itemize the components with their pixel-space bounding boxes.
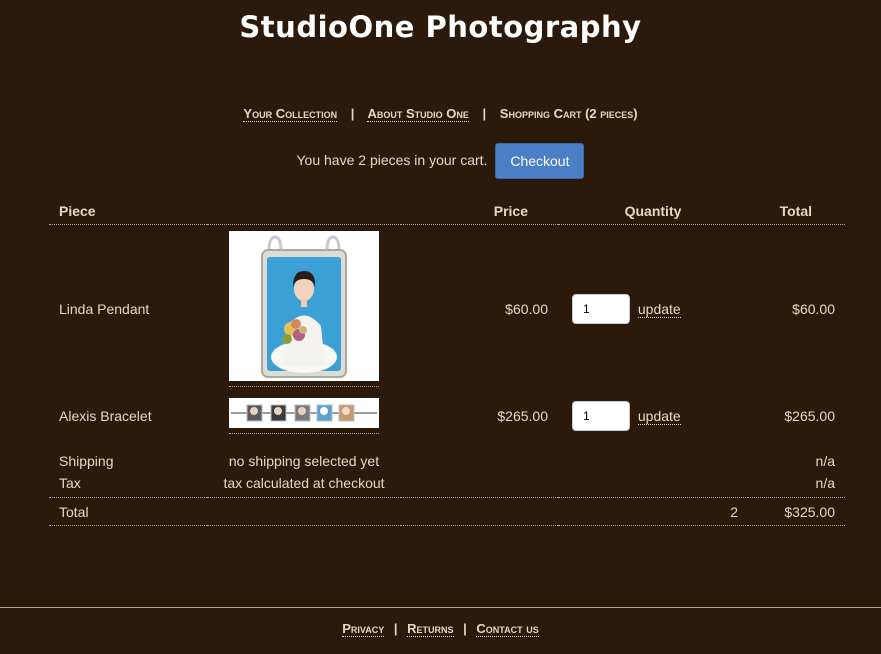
item-total: $60.00 (792, 300, 835, 317)
cart-count-text: You have 2 pieces in your cart. (296, 152, 488, 168)
site-title: StudioOne Photography (239, 10, 642, 44)
table-row: Alexis Bracelet $265.00 1 update $265.00 (49, 393, 845, 439)
shipping-label: Shipping (59, 452, 114, 469)
total-row: Total 2 $325.00 (49, 497, 845, 526)
checkout-button[interactable]: Checkout (495, 143, 585, 180)
update-link[interactable]: update (637, 300, 681, 318)
product-image[interactable] (229, 230, 379, 387)
item-price: $60.00 (505, 300, 548, 317)
item-name: Linda Pendant (59, 300, 150, 317)
table-header-row: Piece Price Quantity Total (49, 197, 845, 225)
nav-shopping-cart[interactable]: Shopping Cart (2 pieces) (500, 106, 638, 121)
bracelet-photo (229, 397, 379, 428)
total-label: Total (49, 497, 207, 526)
nav-separator: | (350, 106, 355, 121)
footer-returns-link[interactable]: Returns (407, 621, 454, 637)
header-quantity: Quantity (558, 197, 748, 225)
header-piece: Piece (49, 197, 207, 225)
item-total: $265.00 (784, 407, 835, 424)
nav-separator: | (482, 106, 487, 121)
item-price: $265.00 (497, 407, 548, 424)
update-link[interactable]: update (637, 407, 681, 425)
cart-summary: You have 2 pieces in your cart. Checkout (0, 142, 881, 180)
nav-about-studio-one[interactable]: About Studio One (367, 106, 469, 122)
product-image[interactable] (229, 397, 379, 434)
tax-row: Tax tax calculated at checkout n/a (49, 469, 845, 498)
header-price: Price (401, 197, 558, 225)
quantity-input[interactable] (572, 293, 630, 324)
cart-table: Piece Price Quantity Total Linda Pendant (49, 197, 845, 526)
pendant-photo (229, 230, 379, 381)
footer-contact-link[interactable]: Contact us (476, 621, 539, 637)
shipping-row: Shipping no shipping selected yet n/a (49, 439, 845, 469)
main-nav: Your Collection | About Studio One | Sho… (0, 106, 881, 122)
total-value: $325.00 (748, 497, 845, 526)
shipping-note: no shipping selected yet (228, 452, 380, 469)
total-count: 2 (558, 497, 748, 526)
footer-nav: Privacy | Returns | Contact us (0, 621, 881, 637)
footer-separator: | (463, 621, 467, 636)
nav-your-collection[interactable]: Your Collection (243, 106, 338, 122)
tax-value: n/a (815, 474, 835, 491)
footer-separator: | (393, 621, 398, 636)
item-name: Alexis Bracelet (59, 407, 152, 424)
footer-privacy-link[interactable]: Privacy (342, 621, 385, 637)
tax-note: tax calculated at checkout (223, 474, 385, 491)
tax-label: Tax (59, 474, 81, 491)
footer-divider (0, 607, 881, 608)
table-row: Linda Pendant $60.00 1 update $60.00 (49, 225, 845, 393)
shipping-value: n/a (815, 452, 835, 469)
header-total: Total (748, 197, 845, 225)
quantity-input[interactable] (572, 400, 630, 431)
